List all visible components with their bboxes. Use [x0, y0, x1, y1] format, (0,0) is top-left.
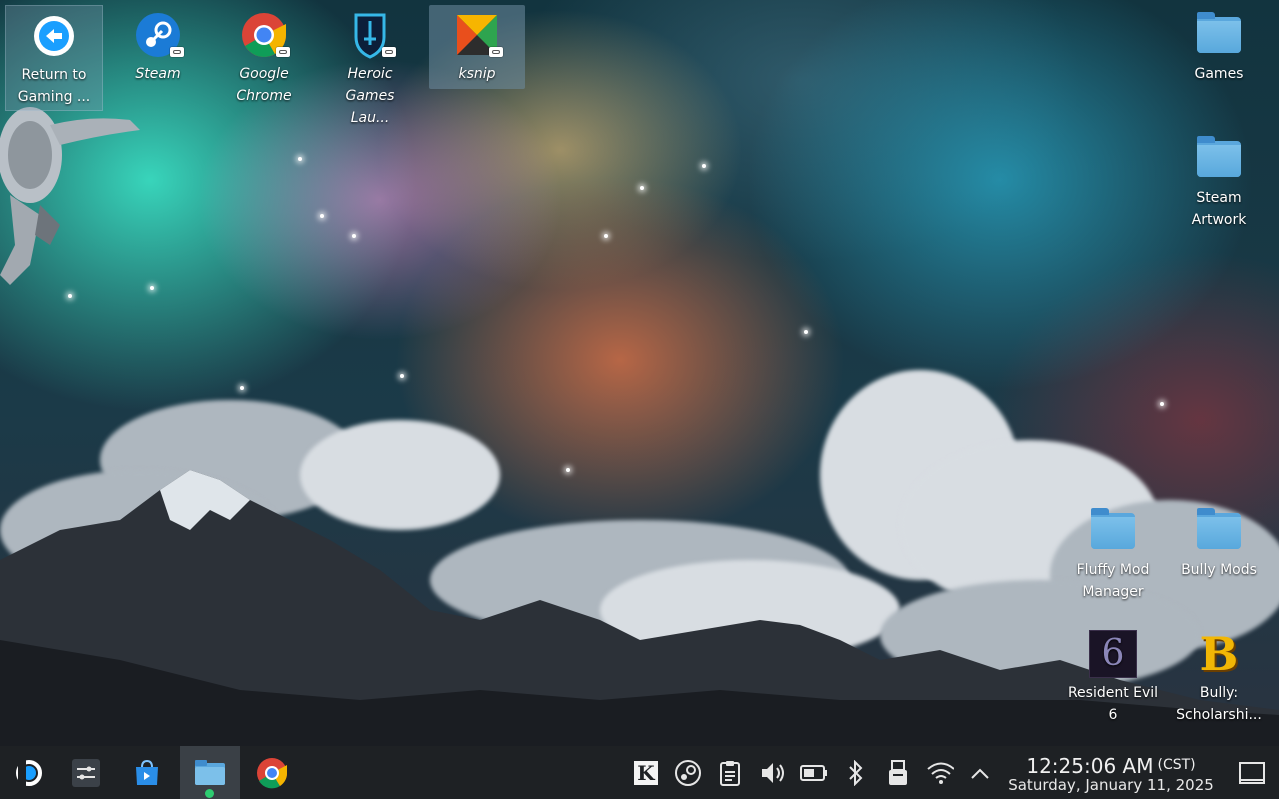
wifi-icon [927, 762, 954, 784]
bluetooth-icon [849, 760, 863, 786]
folder-icon [1195, 135, 1243, 183]
steam-tray-icon [675, 760, 701, 786]
desktop-icon-bully-mods[interactable]: Bully Mods [1171, 501, 1267, 581]
usb-device-icon [889, 760, 907, 785]
taskbar-file-manager[interactable] [180, 746, 240, 799]
desktop-icon-bully-scholarship[interactable]: B Bully: Scholarshi... [1171, 624, 1267, 726]
battery-icon [800, 765, 827, 781]
folder-icon [1089, 507, 1137, 555]
folder-icon [1195, 507, 1243, 555]
return-arrow-icon [30, 12, 78, 60]
desktop-icon-label: Bully: Scholarshi... [1176, 685, 1262, 723]
tray-expand[interactable] [966, 759, 994, 787]
desktop-icon-google-chrome[interactable]: Google Chrome [216, 5, 312, 107]
desktop-icon-return-to-gaming[interactable]: Return to Gaming ... [5, 5, 103, 111]
steam-icon [134, 11, 184, 59]
chrome-icon [240, 11, 290, 59]
chevron-up-icon [971, 768, 989, 779]
desktop-icon-label: Steam [135, 66, 181, 82]
tray-steam[interactable] [674, 759, 702, 787]
tray-usb-device[interactable] [884, 759, 912, 787]
show-desktop-button[interactable] [1238, 759, 1266, 787]
heroic-icon [346, 11, 396, 59]
taskbar-mixer[interactable] [64, 746, 108, 799]
desktop-icon-fluffy-mod-manager[interactable]: Fluffy Mod Manager [1065, 501, 1161, 603]
desktop-icon-label: ksnip [458, 66, 496, 82]
desktop-icon-heroic[interactable]: Heroic Games Lau... [322, 5, 418, 129]
desktop-icon-label: Games [1194, 66, 1244, 82]
desktop-icon-label: Heroic Games Lau... [345, 66, 395, 126]
desktop-icon-ksnip[interactable]: ksnip [429, 5, 525, 89]
ksnip-tray-icon: K [632, 759, 660, 787]
chrome-icon [257, 757, 288, 788]
file-manager-icon [195, 759, 225, 785]
tray-ksnip[interactable]: K [632, 759, 660, 787]
volume-icon [762, 763, 784, 783]
astronaut [0, 107, 140, 285]
desktop-icon-games[interactable]: Games [1171, 5, 1267, 85]
tray-battery[interactable] [800, 759, 828, 787]
desktop-icon-label: Resident Evil 6 [1067, 685, 1159, 723]
ksnip-tray-glyph: K [637, 761, 655, 785]
show-desktop-icon [1239, 762, 1265, 784]
new-instance-indicator [205, 789, 214, 798]
discover-store-icon [136, 759, 158, 785]
taskbar-discover[interactable] [125, 746, 169, 799]
clock-timezone: (CST) [1157, 757, 1196, 773]
application-launcher[interactable] [8, 746, 50, 799]
clock-date: Saturday, January 11, 2025 [1008, 776, 1214, 794]
desktop-icon-label: Bully Mods [1181, 562, 1257, 578]
tray-volume[interactable] [758, 759, 786, 787]
resident-evil-6-icon: 6 [1089, 630, 1137, 678]
desktop-icon-steam-artwork[interactable]: Steam Artwork [1171, 129, 1267, 231]
desktop-icon-label: Return to Gaming ... [17, 67, 91, 105]
bully-glyph: B [1199, 627, 1239, 681]
desktop-icon-label: Google Chrome [236, 66, 292, 104]
desktop-icon-label: Fluffy Mod Manager [1076, 562, 1150, 600]
taskbar-chrome[interactable] [250, 746, 294, 799]
desktop-icon-steam[interactable]: Steam [110, 5, 206, 85]
folder-icon [1195, 11, 1243, 59]
steamdeck-logo-icon [16, 759, 42, 786]
re6-glyph: 6 [1101, 633, 1125, 674]
desktop-icon-resident-evil-6[interactable]: 6 Resident Evil 6 [1065, 624, 1161, 726]
tray-wifi[interactable] [926, 759, 954, 787]
mixer-icon [72, 758, 100, 787]
ksnip-icon [453, 11, 503, 59]
clipboard-icon [720, 761, 740, 786]
tray-bluetooth[interactable] [842, 759, 870, 787]
tray-clipboard[interactable] [716, 759, 744, 787]
bully-icon: B [1195, 630, 1243, 678]
desktop-icon-label: Steam Artwork [1191, 190, 1247, 228]
